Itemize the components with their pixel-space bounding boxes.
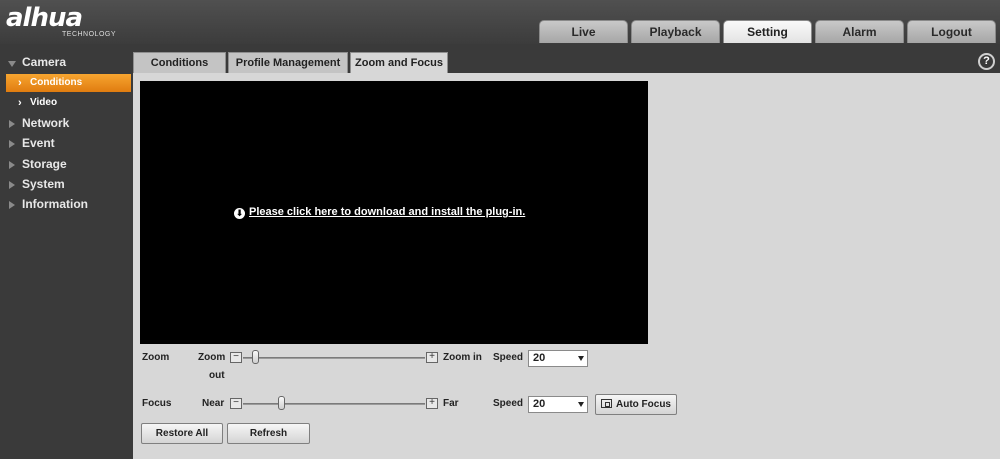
chevron-right-icon: › [18, 77, 22, 89]
help-icon[interactable]: ? [978, 53, 995, 70]
dropdown-arrow-icon [578, 356, 584, 361]
plugin-download-link[interactable]: ⬇ Please click here to download and insta… [234, 206, 525, 219]
main-nav: Live Playback Setting Alarm Logout [539, 20, 996, 43]
sidebar-item-information[interactable]: Information [0, 195, 131, 214]
tab-zoom-and-focus[interactable]: Zoom and Focus [350, 52, 448, 73]
download-icon: ⬇ [234, 208, 245, 219]
sidebar-item-label: Event [22, 136, 55, 150]
zoom-speed-value: 20 [533, 352, 546, 364]
nav-tab-setting[interactable]: Setting [723, 20, 812, 43]
sidebar-item-label: Network [22, 116, 70, 130]
sidebar-item-label: Information [22, 197, 88, 211]
focus-far-label: Far [443, 398, 459, 409]
main-content: Conditions Profile Management Zoom and F… [133, 44, 1000, 459]
focus-speed-value: 20 [533, 398, 546, 410]
focus-near-label: Near [202, 398, 225, 409]
zoom-slider-track[interactable] [243, 357, 425, 359]
sidebar-item-network[interactable]: Network [0, 114, 131, 133]
zoom-speed-select[interactable]: 20 [528, 350, 588, 367]
zoom-slider-thumb[interactable] [251, 350, 259, 364]
zoom-plus-button[interactable]: + [426, 352, 438, 363]
focus-minus-button[interactable]: − [230, 398, 242, 409]
nav-tab-logout[interactable]: Logout [907, 20, 996, 43]
collapse-arrow-icon [9, 140, 15, 148]
sidebar-item-label: Camera [22, 55, 67, 69]
sidebar-item-system[interactable]: System [0, 175, 131, 194]
focus-speed-select[interactable]: 20 [528, 396, 588, 413]
focus-plus-button[interactable]: + [426, 398, 438, 409]
sidebar-item-event[interactable]: Event [0, 134, 131, 153]
zoom-out-label: Zoom [198, 352, 226, 363]
sidebar-item-storage[interactable]: Storage [0, 155, 131, 174]
collapse-arrow-icon [9, 161, 15, 169]
video-preview: ⬇ Please click here to download and insta… [140, 81, 648, 344]
sidebar-item-label: Conditions [30, 77, 83, 88]
zoom-minus-button[interactable]: − [230, 352, 242, 363]
focus-speed-label: Speed [493, 398, 524, 409]
focus-label: Focus [142, 398, 172, 409]
sidebar-item-label: Video [30, 97, 58, 108]
collapse-arrow-icon [9, 181, 15, 189]
zoom-in-label: Zoom in [443, 352, 482, 363]
restore-all-button[interactable]: Restore All [141, 423, 223, 444]
auto-focus-label: Auto Focus [616, 399, 671, 410]
nav-tab-live[interactable]: Live [539, 20, 628, 43]
focus-slider-track[interactable] [243, 403, 425, 405]
brand-subtitle: TECHNOLOGY [62, 31, 117, 38]
zoom-out-label-2: out [209, 370, 225, 381]
collapse-arrow-icon [9, 201, 15, 209]
subtab-bar: Conditions Profile Management Zoom and F… [133, 44, 1000, 73]
zoom-speed-label: Speed [493, 352, 524, 363]
sidebar-item-video[interactable]: › Video [6, 94, 131, 112]
expand-arrow-icon [8, 61, 16, 67]
header-bar: alhua TECHNOLOGY Live Playback Setting A… [0, 0, 1000, 44]
nav-tab-alarm[interactable]: Alarm [815, 20, 904, 43]
tab-conditions[interactable]: Conditions [133, 52, 226, 73]
dropdown-arrow-icon [578, 402, 584, 407]
focus-slider-thumb[interactable] [277, 396, 285, 410]
sidebar-item-conditions[interactable]: › Conditions [6, 74, 131, 92]
auto-focus-button[interactable]: Auto Focus [595, 394, 677, 415]
chevron-right-icon: › [18, 97, 22, 109]
brand-logo: alhua [6, 3, 83, 33]
sidebar-item-label: System [22, 177, 65, 191]
tab-profile-management[interactable]: Profile Management [228, 52, 348, 73]
plugin-download-text: Please click here to download and instal… [249, 206, 526, 218]
sidebar-item-camera[interactable]: Camera [0, 53, 131, 72]
collapse-arrow-icon [9, 120, 15, 128]
zoom-label: Zoom [142, 352, 170, 363]
sidebar-item-label: Storage [22, 157, 67, 171]
refresh-button[interactable]: Refresh [227, 423, 310, 444]
focus-frame-icon [601, 399, 612, 408]
sidebar: Camera › Conditions › Video Network Even… [0, 44, 133, 459]
nav-tab-playback[interactable]: Playback [631, 20, 720, 43]
